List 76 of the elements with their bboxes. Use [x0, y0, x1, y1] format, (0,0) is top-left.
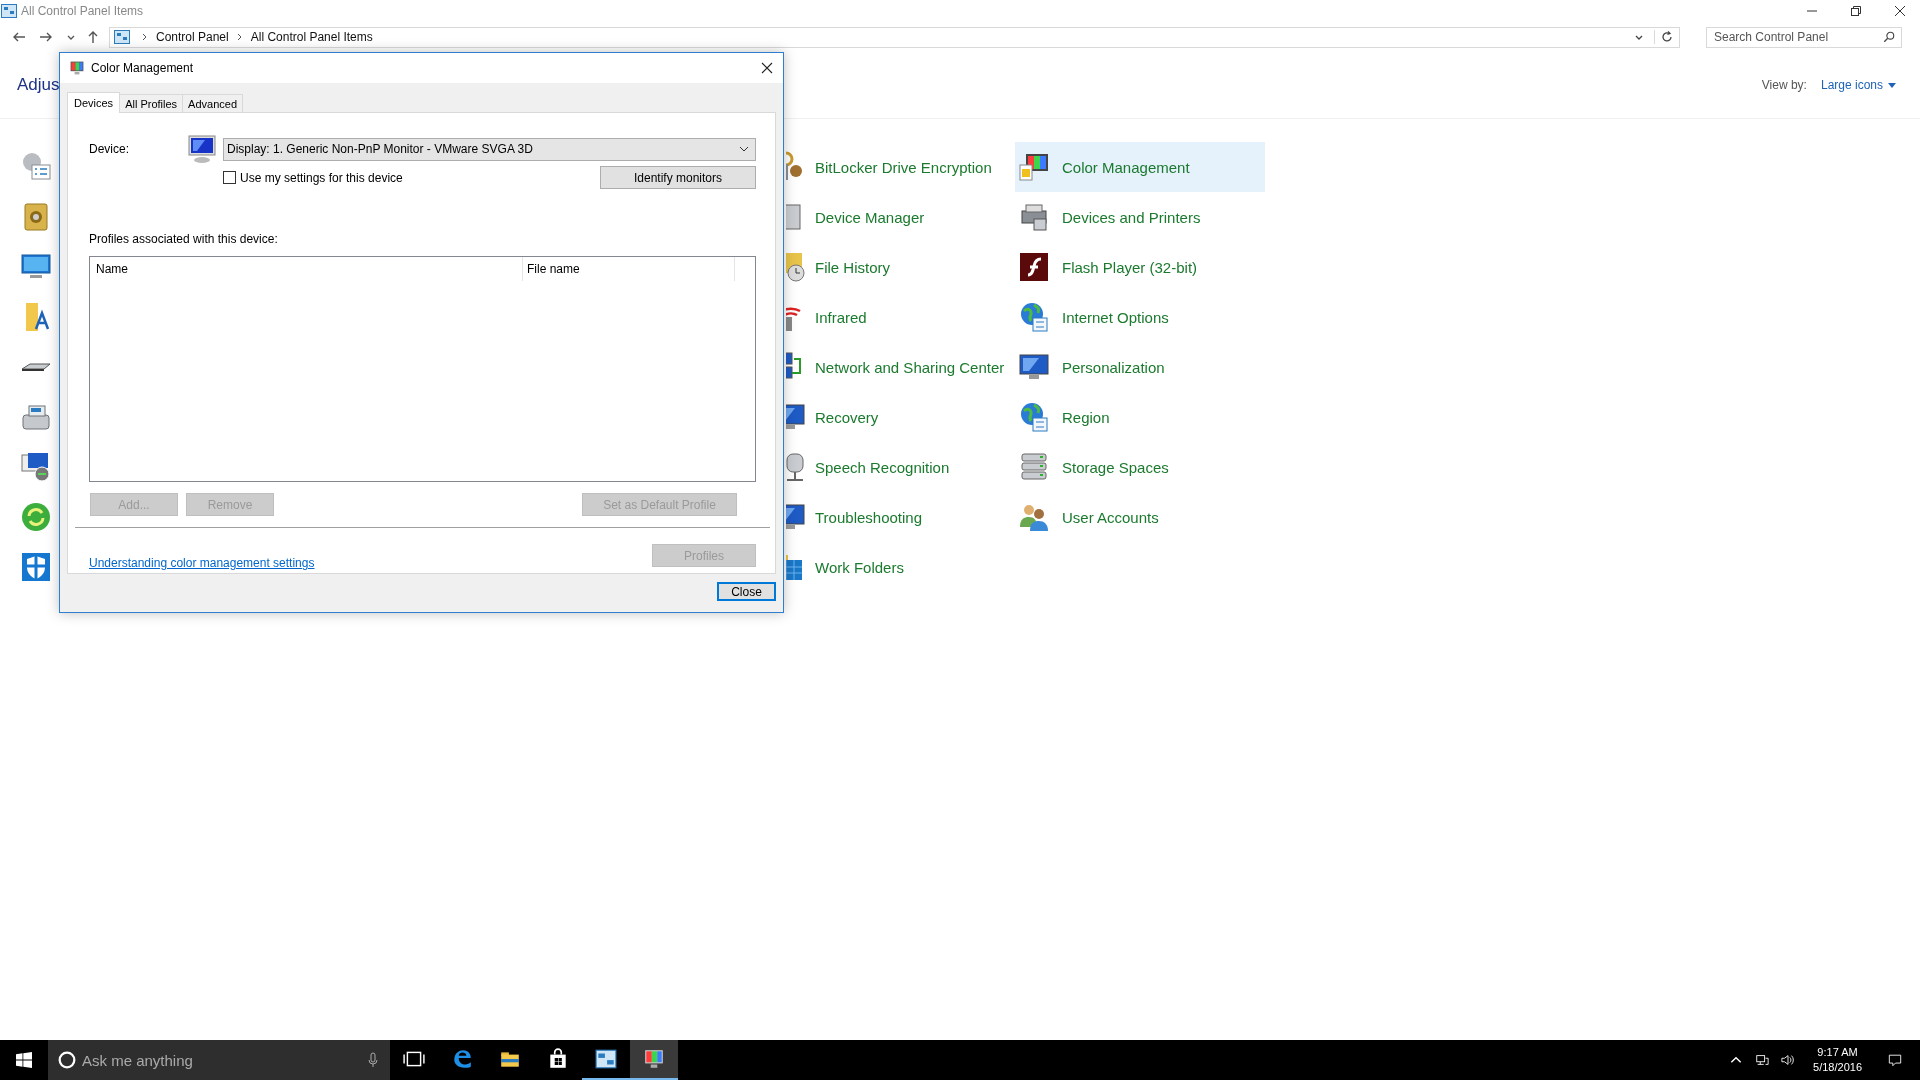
control-panel-item[interactable]: File History — [768, 242, 1015, 292]
page-heading: Adjus — [17, 75, 60, 95]
control-panel-item[interactable]: BitLocker Drive Encryption — [768, 142, 1015, 192]
restore-icon[interactable] — [1850, 5, 1862, 17]
use-my-settings-checkbox[interactable]: Use my settings for this device — [223, 170, 403, 185]
control-panel-item[interactable]: Infrared — [768, 292, 1015, 342]
tab[interactable]: Advanced — [182, 94, 244, 112]
control-panel-item[interactable]: Recovery — [768, 392, 1015, 442]
color-monitor-icon — [69, 60, 85, 76]
search-field[interactable]: Search Control Panel — [1706, 26, 1902, 48]
control-panel-item[interactable]: Device Manager — [768, 192, 1015, 242]
flash-icon — [1018, 251, 1050, 283]
circle-icon — [58, 1051, 76, 1069]
caret-icon — [1888, 82, 1896, 88]
volume-icon[interactable] — [1781, 1053, 1796, 1067]
device-label: Device: — [89, 142, 130, 156]
control-panel-item[interactable]: Internet Options — [1015, 292, 1265, 342]
globe-icon — [1018, 401, 1050, 433]
identify-monitors-button[interactable]: Identify monitors — [600, 166, 756, 189]
color-monitor-icon[interactable] — [643, 1048, 665, 1070]
forward-icon[interactable] — [39, 30, 53, 44]
microphone-icon — [786, 451, 806, 483]
window-title: All Control Panel Items — [21, 4, 144, 18]
control-panel-icon — [114, 30, 130, 44]
remote-monitor-icon[interactable] — [20, 451, 52, 483]
edge-icon[interactable] — [451, 1048, 473, 1070]
control-panel-item[interactable]: Speech Recognition — [768, 442, 1015, 492]
clock-time: 9:17 AM — [1817, 1045, 1858, 1060]
sync-icon[interactable] — [20, 501, 52, 533]
address-bar[interactable]: Control Panel All Control Panel Items — [109, 26, 1680, 48]
chevron-down-icon — [739, 146, 749, 152]
control-panel-item[interactable]: Network and Sharing Center — [768, 342, 1015, 392]
control-panel-item[interactable]: User Accounts — [1015, 492, 1265, 542]
microphone-icon[interactable] — [368, 1052, 378, 1068]
close-icon[interactable] — [761, 62, 773, 74]
chevron-right-icon — [142, 33, 148, 41]
notification-icon[interactable] — [1888, 1053, 1902, 1067]
breadcrumb[interactable]: All Control Panel Items — [250, 30, 373, 44]
control-panel-icon[interactable] — [595, 1048, 617, 1070]
clock-icon — [786, 251, 806, 283]
control-panel-item[interactable]: Flash Player (32-bit) — [1015, 242, 1265, 292]
checklist-icon[interactable] — [20, 151, 52, 183]
up-icon[interactable] — [86, 30, 100, 44]
help-link[interactable]: Understanding color management settings — [89, 556, 315, 570]
view-by-dropdown[interactable]: Large icons — [1820, 78, 1896, 92]
column-header[interactable]: Name — [90, 257, 523, 281]
globe-icon — [1018, 301, 1050, 333]
color-monitor-icon — [1018, 151, 1050, 183]
control-panel-item[interactable]: Storage Spaces — [1015, 442, 1265, 492]
control-panel-item[interactable]: Troubleshooting — [768, 492, 1015, 542]
profiles-label: Profiles associated with this device: — [89, 232, 279, 246]
chevron-right-icon — [236, 33, 243, 41]
control-panel-icon — [1, 4, 17, 18]
cortana-search-field[interactable]: Ask me anything — [48, 1040, 390, 1080]
column-header[interactable]: File name — [523, 257, 735, 281]
control-panel-item[interactable]: Color Management — [1015, 142, 1265, 192]
shopping-bag-icon[interactable] — [547, 1048, 569, 1070]
monitor-icon — [186, 133, 218, 165]
back-icon[interactable] — [12, 30, 26, 44]
clock-date: 5/18/2016 — [1813, 1060, 1862, 1075]
tab[interactable]: Devices — [67, 92, 121, 113]
dialog-title: Color Management — [91, 61, 194, 75]
device-dropdown[interactable]: Display: 1. Generic Non-PnP Monitor - VMware SVGA 3D — [223, 137, 756, 161]
storage-icon — [1018, 451, 1050, 483]
close-button[interactable]: Close — [717, 582, 776, 601]
shield-icon[interactable] — [20, 551, 52, 583]
control-panel-item[interactable]: Personalization — [1015, 342, 1265, 392]
view-by-label: View by: — [1761, 78, 1807, 92]
control-panel-item[interactable]: Region — [1015, 392, 1265, 442]
windows-logo-icon[interactable] — [16, 1052, 32, 1068]
network-icon[interactable] — [1755, 1053, 1770, 1067]
breadcrumb[interactable]: Control Panel — [156, 30, 229, 44]
printer-icon — [1018, 201, 1050, 233]
close-icon[interactable] — [1894, 5, 1906, 17]
search-icon — [1883, 30, 1895, 43]
control-panel-item[interactable]: Devices and Printers — [1015, 192, 1265, 242]
